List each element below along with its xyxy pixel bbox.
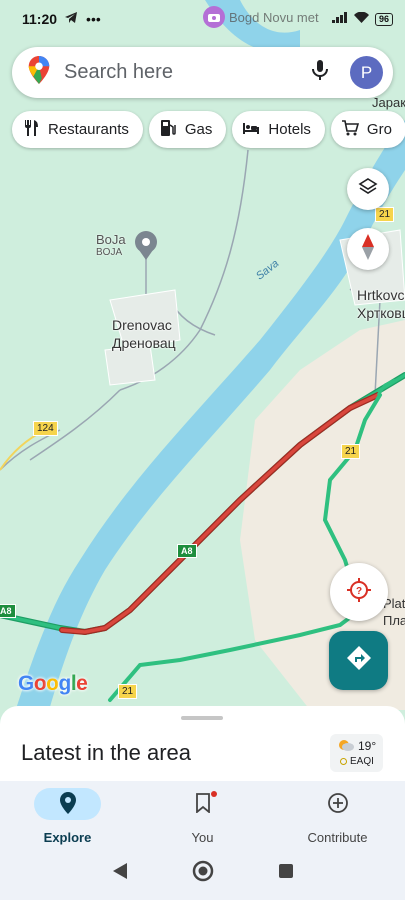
sheet-drag-handle[interactable] [181, 716, 223, 720]
system-navigation-bar [0, 847, 405, 900]
chip-hotels[interactable]: Hotels [232, 111, 325, 148]
road-badge-21: 21 [118, 684, 138, 699]
avatar[interactable]: P [350, 56, 383, 89]
status-bar: 11:20 ••• Bogd Novu met 96 [0, 0, 405, 38]
explore-pin-icon [59, 791, 76, 817]
nav-explore[interactable]: Explore [0, 781, 135, 847]
chip-restaurants[interactable]: Restaurants [12, 111, 143, 148]
place-label-boja[interactable]: BoJa BOJA [96, 232, 126, 258]
sheet-title: Latest in the area [21, 740, 192, 765]
svg-text:?: ? [356, 586, 362, 597]
status-time: 11:20 [22, 11, 58, 27]
layers-icon [358, 177, 378, 202]
maps-pin-icon [28, 56, 64, 89]
nav-contribute[interactable]: Contribute [270, 781, 405, 847]
road-badge-124: 124 [33, 421, 58, 436]
category-chips: Restaurants Gas Hotels Gro [12, 111, 405, 148]
google-logo: Google [18, 672, 88, 695]
fork-knife-icon [22, 119, 40, 141]
battery-icon: 96 [374, 12, 393, 26]
road-badge-a8: A8 [177, 544, 197, 558]
directions-button[interactable] [329, 631, 388, 690]
microphone-icon[interactable] [308, 58, 350, 87]
place-label-drenovac[interactable]: Drenovac Дреновац [112, 316, 176, 352]
weather-widget[interactable]: 19° EAQI [330, 734, 383, 772]
recents-icon[interactable] [278, 863, 294, 884]
bookmark-icon [195, 792, 211, 816]
bed-icon [242, 119, 260, 141]
chip-gas[interactable]: Gas [148, 111, 227, 148]
weather-temp: 19° [358, 739, 377, 753]
road-badge-a8: A8 [0, 604, 16, 618]
location-unknown-icon: ? [346, 577, 372, 608]
wifi-icon [353, 11, 369, 26]
notification-chip: Bogd Novu met [203, 6, 319, 28]
bottom-sheet[interactable]: Latest in the area 19° EAQI [0, 706, 405, 784]
road-badge-21: 21 [375, 207, 395, 222]
cart-icon [341, 119, 359, 141]
directions-icon [346, 645, 372, 676]
my-location-button[interactable]: ? [330, 563, 388, 621]
aqi-dot-icon [340, 758, 347, 765]
signal-icon [331, 12, 348, 26]
home-icon[interactable] [192, 860, 214, 887]
compass-button[interactable] [347, 228, 389, 270]
chip-groceries[interactable]: Gro [330, 111, 405, 148]
bottom-navigation: Explore You Contribute [0, 781, 405, 847]
gas-pump-icon [159, 119, 177, 141]
telegram-icon [65, 11, 78, 27]
place-label-hrtkovci[interactable]: Hrtkovc Хртковц [357, 286, 405, 322]
nav-you[interactable]: You [135, 781, 270, 847]
camera-icon [203, 6, 225, 28]
partly-sunny-icon [338, 739, 354, 751]
more-dots-icon: ••• [86, 11, 101, 27]
back-icon[interactable] [112, 862, 128, 885]
compass-icon [360, 233, 376, 265]
search-input[interactable]: Search here [64, 61, 308, 84]
notification-dot [211, 791, 217, 797]
add-circle-icon [327, 792, 349, 817]
aqi-indicator: EAQI [340, 756, 374, 767]
search-bar[interactable]: Search here P [12, 47, 393, 98]
layers-button[interactable] [347, 168, 389, 210]
road-badge-21: 21 [341, 444, 361, 459]
